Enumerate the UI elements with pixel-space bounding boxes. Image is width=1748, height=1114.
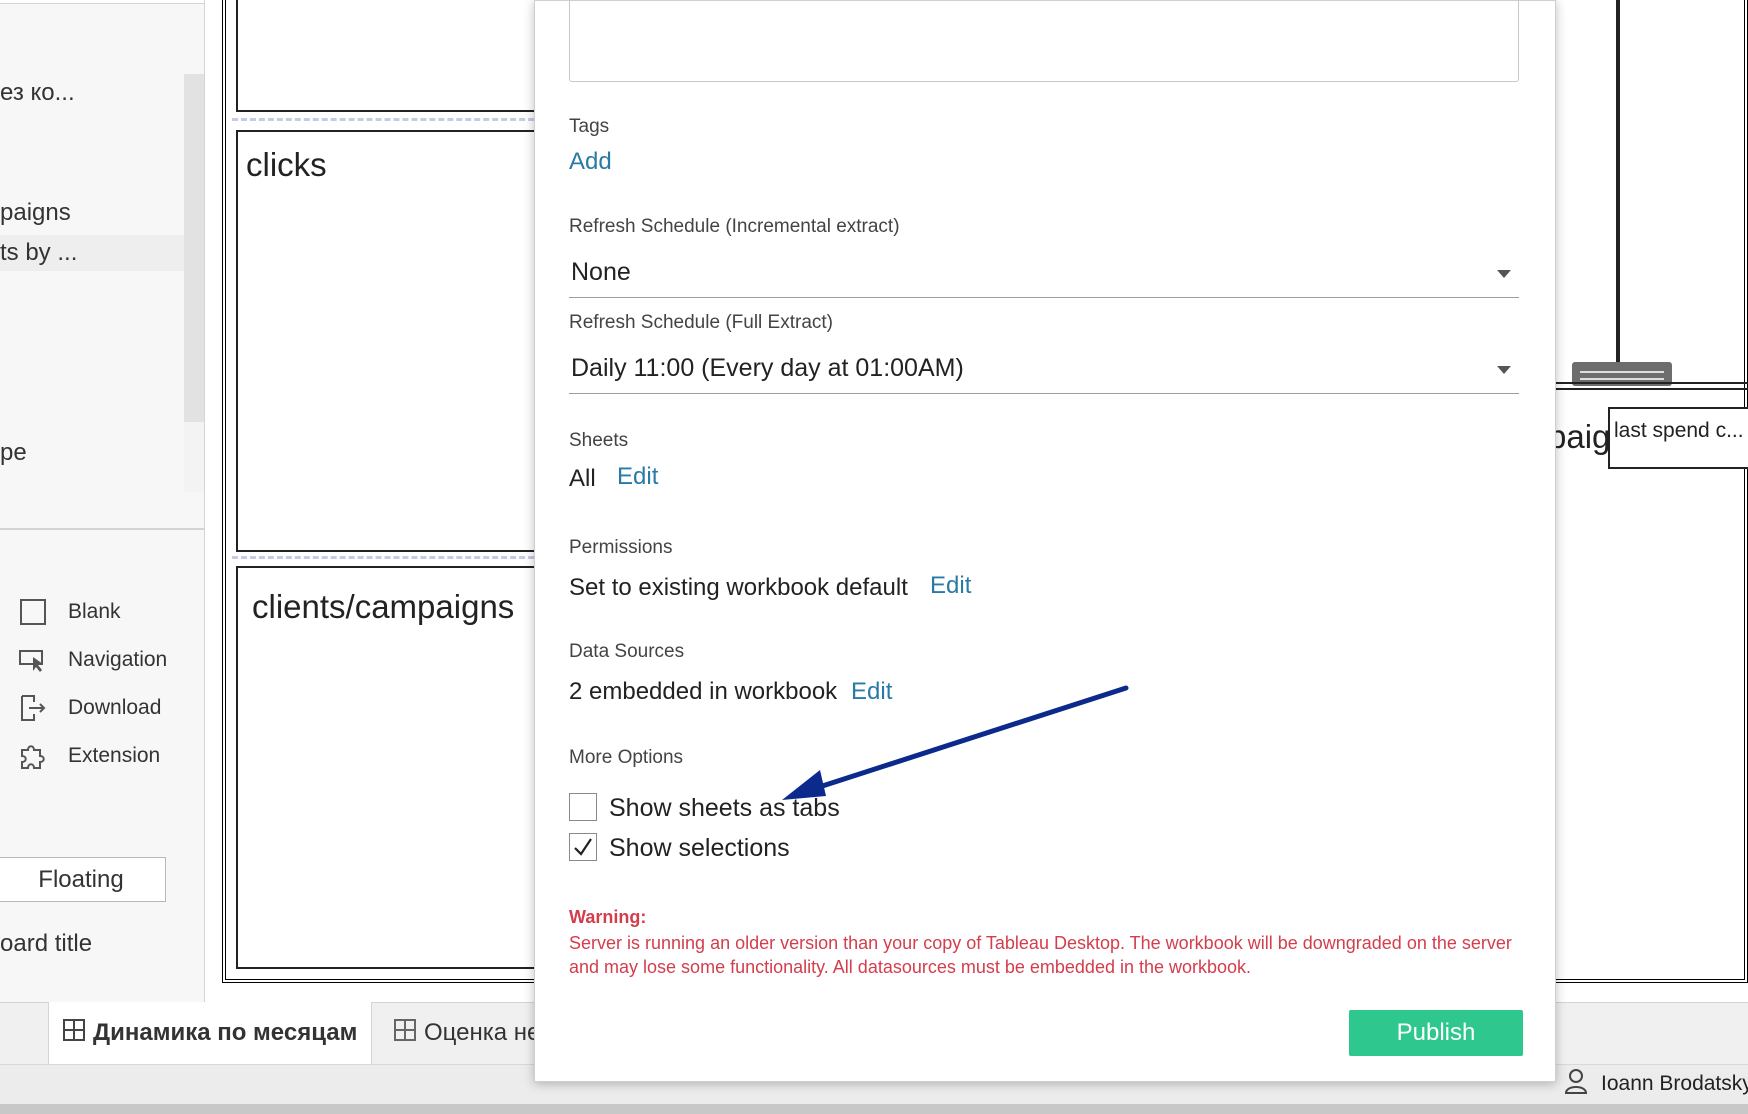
show-sheets-as-tabs-checkbox[interactable] xyxy=(569,793,597,821)
chevron-down-icon xyxy=(1497,270,1511,278)
download-icon xyxy=(18,693,48,723)
object-label: Extension xyxy=(68,744,161,767)
dashboard-grid-icon xyxy=(394,1018,416,1048)
select-value: None xyxy=(571,258,631,286)
zone-border xyxy=(1616,0,1620,372)
sidebar-sheet-item-selected[interactable]: ts by ... xyxy=(0,235,184,271)
refresh-full-select[interactable]: Daily 11:00 (Every day at 01:00AM) xyxy=(569,346,1519,394)
data-sources-value: 2 embedded in workbook xyxy=(569,678,838,705)
refresh-incremental-select[interactable]: None xyxy=(569,250,1519,298)
user-account[interactable]: Ioann Brodatsky xyxy=(1564,1066,1748,1102)
sidebar-sheet-item[interactable]: pe xyxy=(0,435,184,471)
sidebar-scrollbar-thumb[interactable] xyxy=(184,74,204,422)
zone-drop-separator xyxy=(232,118,552,121)
object-label: Download xyxy=(68,696,162,719)
warning-message: Server is running an older version than … xyxy=(569,933,1512,977)
zone-border xyxy=(1555,382,1748,390)
permissions-value: Set to existing workbook default xyxy=(569,574,908,601)
refresh-incremental-label: Refresh Schedule (Incremental extract) xyxy=(569,216,900,237)
show-selections-label[interactable]: Show selections xyxy=(609,834,790,863)
chevron-down-icon xyxy=(1497,366,1511,374)
show-sheets-as-tabs-label[interactable]: Show sheets as tabs xyxy=(609,794,840,823)
tab-label: Динамика по месяцам xyxy=(93,1019,358,1046)
object-blank[interactable]: Blank xyxy=(18,594,121,630)
show-selections-checkbox[interactable] xyxy=(569,833,597,861)
blank-icon xyxy=(18,597,48,627)
object-label: Blank xyxy=(68,600,121,623)
checkmark-icon xyxy=(574,838,592,856)
object-navigation[interactable]: Navigation xyxy=(18,642,167,678)
sheets-label: Sheets xyxy=(569,430,629,451)
left-sidebar: ез ко... paigns ts by ... pe Blank Navig… xyxy=(0,0,205,1002)
zone-title: clients/campaigns xyxy=(252,588,515,625)
floating-toggle-button[interactable]: Floating xyxy=(0,857,166,902)
more-options-label: More Options xyxy=(569,747,684,768)
dashboard-zone[interactable] xyxy=(236,0,556,112)
data-sources-label: Data Sources xyxy=(569,641,685,662)
add-tags-link[interactable]: Add xyxy=(569,148,612,176)
sidebar-section-divider xyxy=(0,528,204,530)
sidebar-sheet-item[interactable]: ез ко... xyxy=(0,75,184,111)
permissions-edit-link[interactable]: Edit xyxy=(930,572,971,600)
warning-title: Warning: xyxy=(569,907,647,927)
tab-dynamics-by-month[interactable]: Динамика по месяцам xyxy=(48,1002,373,1064)
sidebar-sheet-item[interactable]: paigns xyxy=(0,195,184,231)
tab-label: Оценка не xyxy=(424,1019,541,1046)
sidebar-scrollbar[interactable] xyxy=(184,74,204,492)
extension-icon xyxy=(18,741,48,771)
tab-evaluation[interactable]: Оценка не xyxy=(380,1002,554,1064)
horizontal-scrollbar[interactable] xyxy=(0,1104,1748,1114)
dashboard-zone-clicks[interactable]: clicks xyxy=(236,130,556,552)
publish-button[interactable]: Publish xyxy=(1349,1010,1523,1056)
data-sources-edit-link[interactable]: Edit xyxy=(851,678,892,706)
object-download[interactable]: Download xyxy=(18,690,161,726)
sheets-value: All xyxy=(569,465,596,492)
navigation-icon xyxy=(18,645,48,675)
zone-drop-separator xyxy=(232,556,552,559)
user-icon xyxy=(1564,1068,1588,1100)
sheets-edit-link[interactable]: Edit xyxy=(617,463,658,491)
object-label: Navigation xyxy=(68,648,168,671)
permissions-label: Permissions xyxy=(569,537,673,558)
user-name: Ioann Brodatsky xyxy=(1601,1072,1748,1095)
sidebar-top-divider xyxy=(0,0,204,4)
refresh-full-label: Refresh Schedule (Full Extract) xyxy=(569,312,833,333)
publish-workbook-dialog: Tags Add Refresh Schedule (Incremental e… xyxy=(534,0,1556,1082)
object-extension[interactable]: Extension xyxy=(18,738,160,774)
zone-tooltip: last spend c... xyxy=(1608,407,1748,469)
dashboard-zone-clients-campaigns[interactable]: clients/campaigns xyxy=(236,566,556,969)
zone-title: clicks xyxy=(246,146,327,183)
show-dashboard-title-option[interactable]: oard title xyxy=(0,930,92,958)
select-value: Daily 11:00 (Every day at 01:00AM) xyxy=(571,354,964,382)
dashboard-grid-icon xyxy=(63,1018,85,1048)
tags-label: Tags xyxy=(569,116,610,137)
description-textarea[interactable] xyxy=(569,0,1519,82)
